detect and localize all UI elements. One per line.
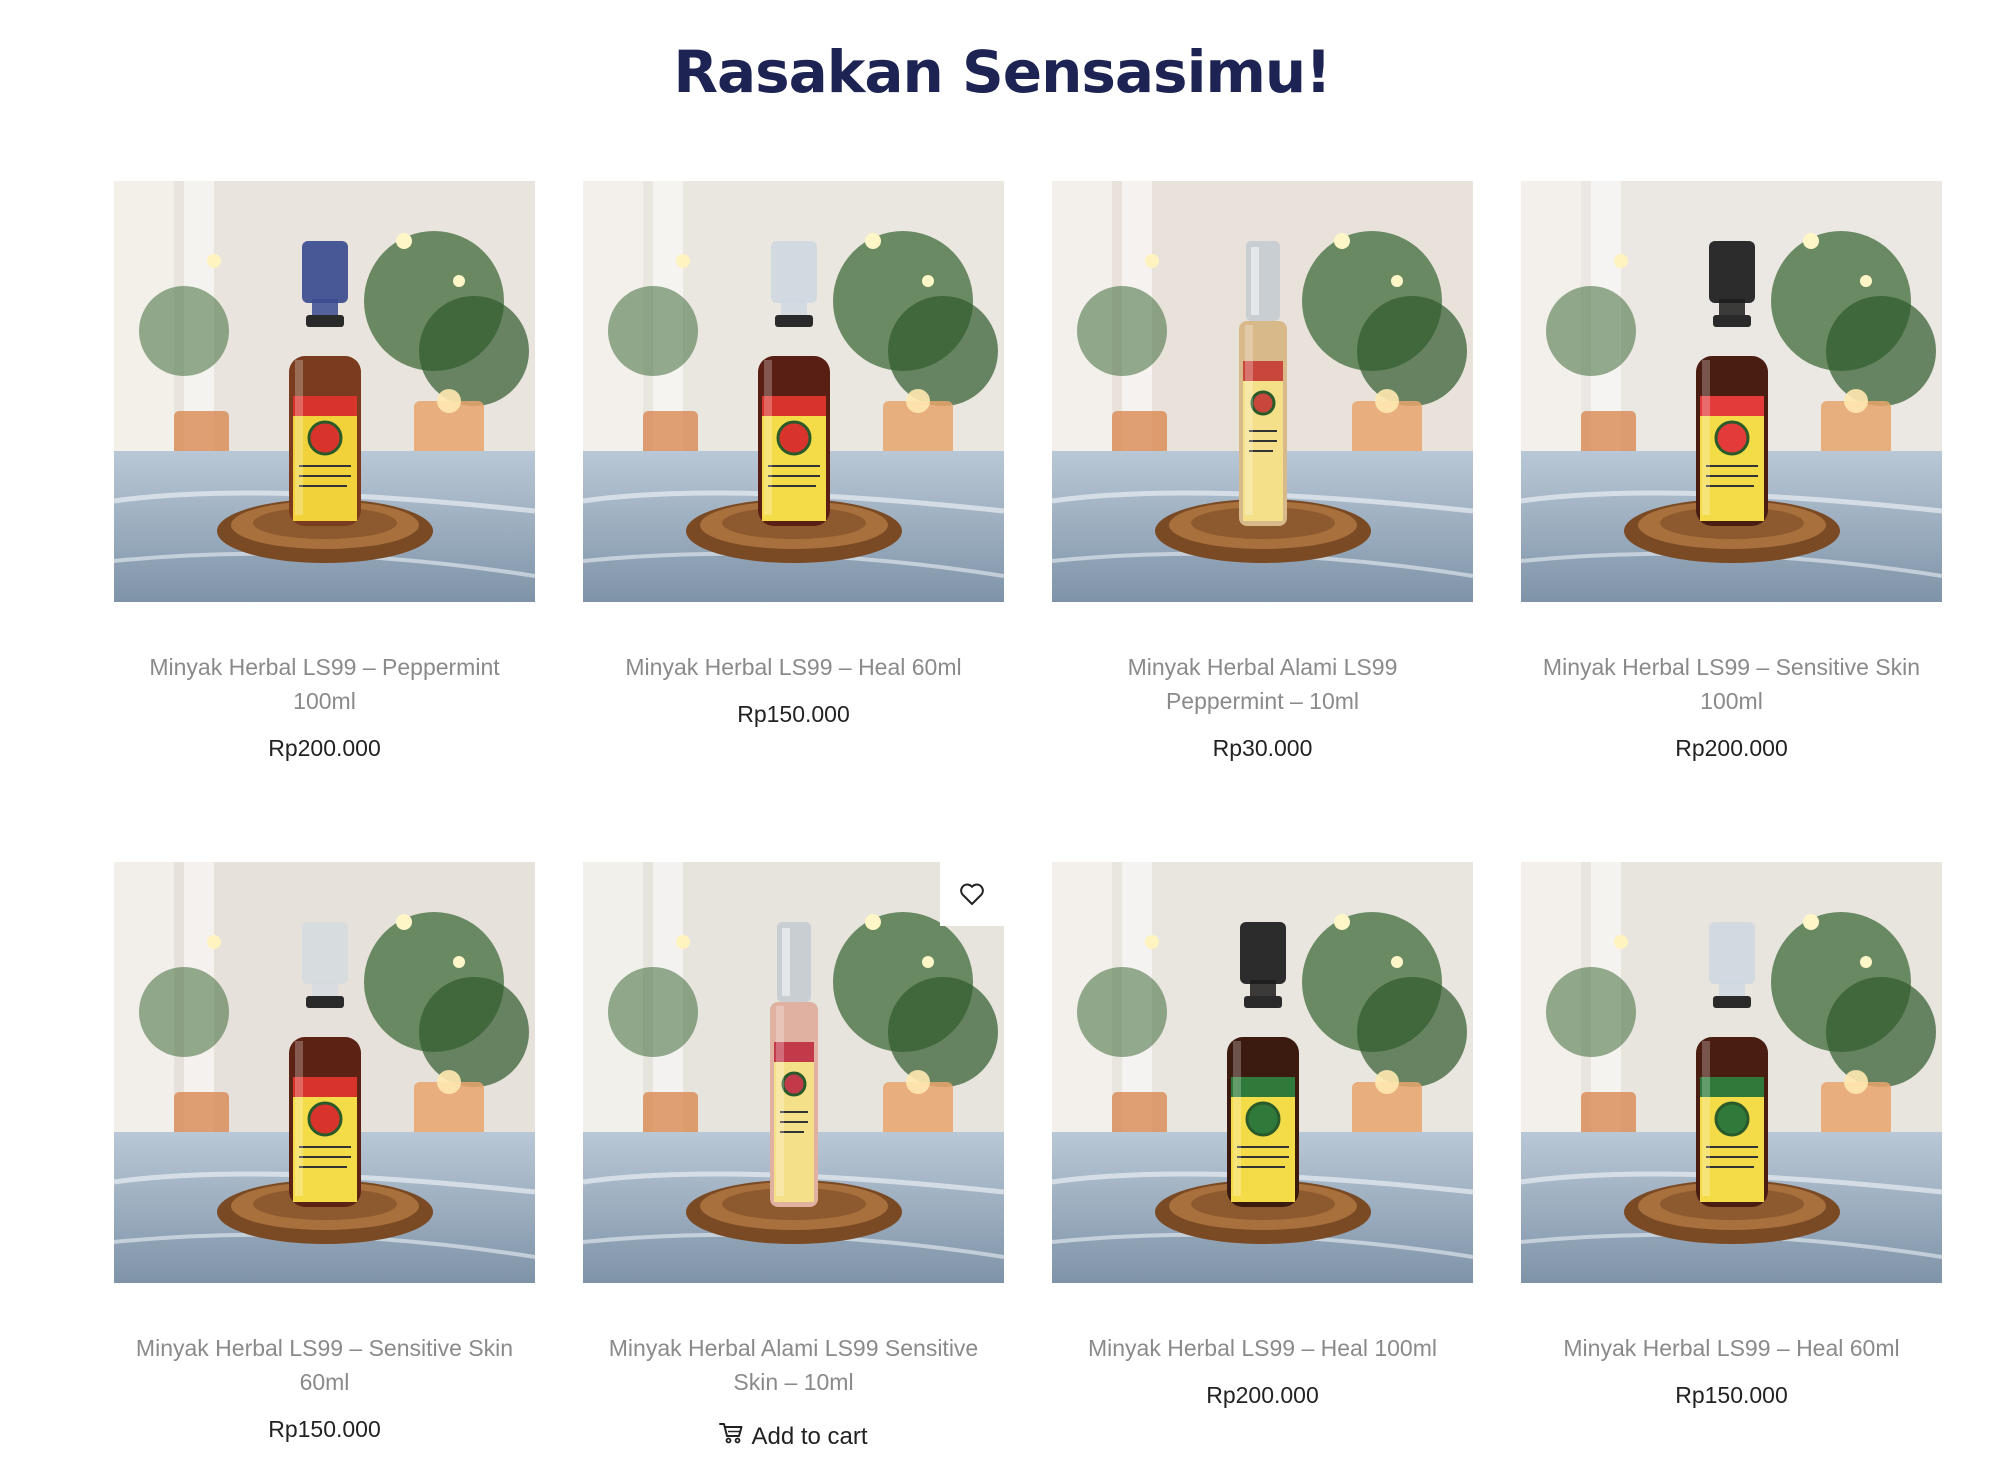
product-name-link[interactable]: Minyak Herbal LS99 – Peppermint 100ml (135, 650, 515, 718)
product-price: Rp30.000 (1212, 735, 1313, 761)
product-image[interactable] (583, 862, 1004, 1283)
product-price: Rp150.000 (1675, 1382, 1788, 1408)
product-name-link[interactable]: Minyak Herbal Alami LS99 Peppermint – 10… (1073, 650, 1453, 718)
product-name-link[interactable]: Minyak Herbal LS99 – Heal 60ml (604, 650, 984, 684)
product-card: Minyak Herbal Alami LS99 Sensitive Skin … (583, 862, 1004, 1476)
add-to-cart-label: Add to cart (751, 1423, 868, 1450)
product-image[interactable] (1521, 862, 1942, 1283)
product-card: Minyak Herbal LS99 – Heal 60ml Rp150.000 (583, 181, 1004, 862)
product-price: Rp200.000 (268, 735, 381, 761)
page-title: Rasakan Sensasimu! (673, 38, 1331, 106)
product-name-link[interactable]: Minyak Herbal LS99 – Sensitive Skin 60ml (135, 1331, 515, 1399)
product-image[interactable] (114, 181, 535, 602)
product-image[interactable] (1052, 862, 1473, 1283)
product-price: Rp200.000 (1206, 1382, 1319, 1408)
product-card: Minyak Herbal LS99 – Heal 60ml Rp150.000 (1521, 862, 1942, 1476)
product-grid: Minyak Herbal LS99 – Peppermint 100ml Rp2… (114, 181, 1944, 1476)
wishlist-button[interactable] (940, 862, 1004, 926)
product-price: Rp200.000 (1675, 735, 1788, 761)
product-price: Rp150.000 (268, 1416, 381, 1442)
product-name-link[interactable]: Minyak Herbal LS99 – Heal 60ml (1542, 1331, 1922, 1365)
product-card: Minyak Herbal Alami LS99 Peppermint – 10… (1052, 181, 1473, 862)
product-price: Rp150.000 (737, 701, 850, 727)
cart-icon (719, 1421, 743, 1453)
product-image[interactable] (1521, 181, 1942, 602)
product-card: Minyak Herbal LS99 – Sensitive Skin 60ml… (114, 862, 535, 1476)
product-image[interactable] (1052, 181, 1473, 602)
product-card: Minyak Herbal LS99 – Sensitive Skin 100m… (1521, 181, 1942, 862)
product-name-link[interactable]: Minyak Herbal LS99 – Heal 100ml (1073, 1331, 1453, 1365)
product-card: Minyak Herbal LS99 – Heal 100ml Rp200.000 (1052, 862, 1473, 1476)
product-name-link[interactable]: Minyak Herbal Alami LS99 Sensitive Skin … (604, 1331, 984, 1399)
product-section: Rasakan Sensasimu! Minyak Herbal LS99 – … (0, 0, 2004, 1476)
product-image[interactable] (114, 862, 535, 1283)
product-card: Minyak Herbal LS99 – Peppermint 100ml Rp2… (114, 181, 535, 862)
product-image[interactable] (583, 181, 1004, 602)
heart-icon (959, 882, 985, 906)
add-to-cart-button[interactable]: Add to cart (719, 1421, 868, 1453)
product-name-link[interactable]: Minyak Herbal LS99 – Sensitive Skin 100m… (1542, 650, 1922, 718)
